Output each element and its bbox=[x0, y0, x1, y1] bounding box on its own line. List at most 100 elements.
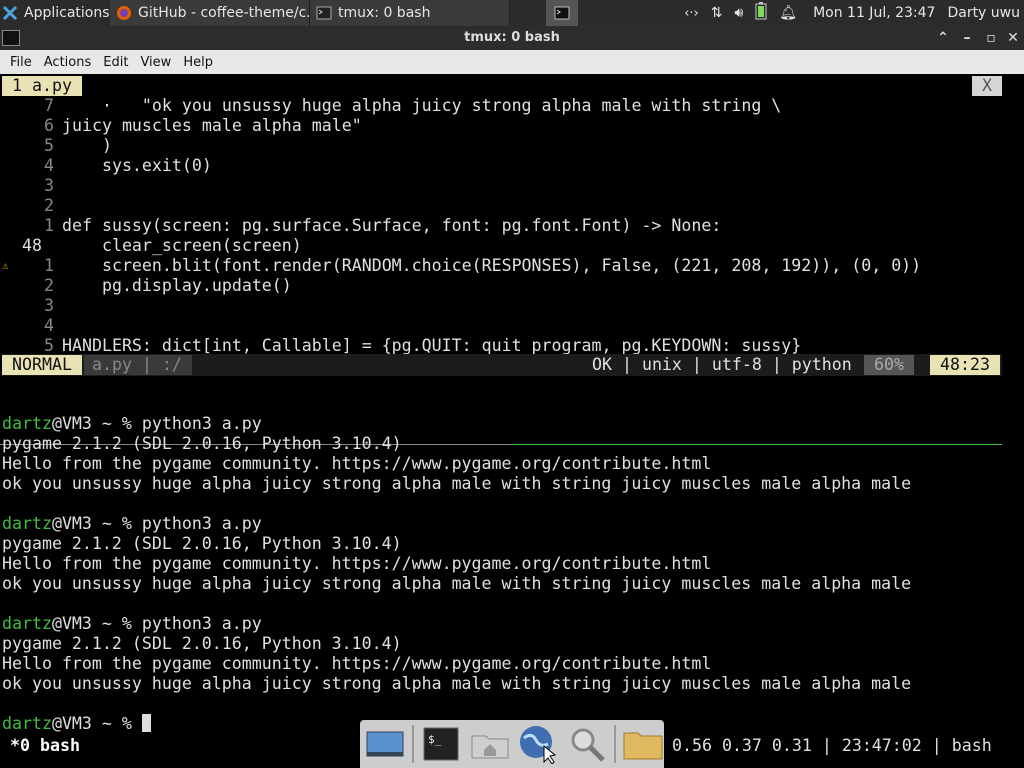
output-text: Hello from the pygame community. https:/… bbox=[2, 454, 712, 473]
terminal-icon[interactable]: $_ bbox=[420, 722, 462, 766]
line-number: 48 bbox=[22, 236, 42, 255]
code-text: def sussy(screen: pg.surface.Surface, fo… bbox=[62, 216, 722, 235]
minimize-button[interactable]: – bbox=[958, 29, 976, 47]
clock[interactable]: Mon 11 Jul, 23:47 bbox=[813, 5, 935, 21]
code-text: HANDLERS: dict[int, Callable] = {pg.QUIT… bbox=[62, 336, 802, 355]
shell-command: python3 a.py bbox=[141, 414, 262, 433]
output-text: pygame 2.1.2 (SDL 2.0.16, Python 3.10.4) bbox=[2, 434, 402, 453]
vim-line[interactable]: 2 pg.display.update() bbox=[2, 276, 292, 296]
web-browser-icon[interactable] bbox=[517, 722, 559, 766]
line-number: 4 bbox=[44, 316, 54, 335]
shell-output-line: ok you unsussy huge alpha juicy strong a… bbox=[2, 674, 911, 694]
output-text: ok you unsussy huge alpha juicy strong a… bbox=[2, 674, 912, 693]
menu-edit[interactable]: Edit bbox=[97, 55, 134, 70]
line-number: 1 bbox=[44, 256, 54, 275]
vim-file-indicator: a.py | :/ bbox=[84, 355, 192, 375]
code-text: ) bbox=[62, 136, 112, 155]
menu-help[interactable]: Help bbox=[177, 55, 219, 70]
code-text: clear_screen(screen) bbox=[62, 236, 302, 255]
output-text: pygame 2.1.2 (SDL 2.0.16, Python 3.10.4) bbox=[2, 534, 402, 553]
window-title: tmux: 0 bash bbox=[464, 30, 560, 45]
applications-menu[interactable]: Applications bbox=[0, 0, 110, 26]
user-menu[interactable]: Darty uwu bbox=[947, 5, 1020, 21]
line-number: 3 bbox=[44, 296, 54, 315]
vim-line[interactable]: 1 def sussy(screen: pg.surface.Surface, f… bbox=[2, 216, 721, 236]
terminal-icon bbox=[316, 5, 332, 21]
vim-statusline: NORMAL a.py | :/ OK | unix | utf-8 | pyt… bbox=[2, 354, 1002, 376]
vim-tab-close-button[interactable]: X bbox=[972, 76, 1002, 96]
tmux-pane-divider[interactable] bbox=[0, 404, 1002, 445]
shell-output-line: Hello from the pygame community. https:/… bbox=[2, 454, 711, 474]
window-titlebar[interactable]: tmux: 0 bash ⌃ – ▫ ✕ bbox=[0, 26, 1024, 50]
vim-cursor-position: 48:23 bbox=[930, 355, 1000, 375]
battery-icon[interactable] bbox=[755, 2, 767, 24]
notification-bell-icon[interactable]: 🔔︎ bbox=[779, 5, 797, 21]
vim-line[interactable]: 5 ) bbox=[2, 136, 112, 156]
vim-mode: NORMAL bbox=[2, 355, 82, 375]
chevron-up-icon[interactable]: ⌃ bbox=[934, 29, 952, 47]
vim-tabline: 1 a.py X bbox=[2, 76, 1002, 96]
prompt-user: dartz bbox=[2, 414, 52, 433]
vim-file-info: OK | unix | utf-8 | python bbox=[592, 355, 852, 374]
shell-command: python3 a.py bbox=[141, 514, 262, 533]
shell-output-line: pygame 2.1.2 (SDL 2.0.16, Python 3.10.4) bbox=[2, 434, 402, 454]
vim-line[interactable]: 7 · "ok you unsussy huge alpha juicy str… bbox=[2, 96, 781, 116]
shell-output-line: Hello from the pygame community. https:/… bbox=[2, 654, 711, 674]
prompt-host: @VM3 ~ % bbox=[51, 614, 142, 633]
menu-actions[interactable]: Actions bbox=[38, 55, 98, 70]
shell-output-line: ok you unsussy huge alpha juicy strong a… bbox=[2, 474, 911, 494]
shell-command: python3 a.py bbox=[141, 614, 262, 633]
prompt-user: dartz bbox=[2, 614, 52, 633]
vim-line[interactable]: 3 bbox=[2, 176, 62, 196]
close-button[interactable]: ✕ bbox=[1004, 29, 1022, 47]
taskbar-item-terminal[interactable]: tmux: 0 bash bbox=[310, 0, 510, 26]
folder-icon[interactable] bbox=[622, 722, 664, 766]
vim-line[interactable]: 4 bbox=[2, 316, 62, 336]
code-text: · "ok you unsussy huge alpha juicy stron… bbox=[62, 96, 782, 115]
search-icon[interactable] bbox=[565, 722, 607, 766]
line-number: 2 bbox=[44, 196, 54, 215]
prompt-user: dartz bbox=[2, 714, 52, 733]
menu-view[interactable]: View bbox=[134, 55, 177, 70]
terminal-icon bbox=[554, 5, 570, 21]
warning-sign-icon: ⚠ bbox=[2, 259, 9, 272]
output-text: ok you unsussy huge alpha juicy strong a… bbox=[2, 474, 912, 493]
output-text: Hello from the pygame community. https:/… bbox=[2, 554, 712, 573]
applications-label: Applications bbox=[24, 5, 110, 21]
transfer-arrows-icon[interactable]: ⇅ bbox=[711, 5, 723, 21]
code-text: juicy muscles male alpha male" bbox=[62, 116, 362, 135]
vim-line[interactable]: 1 screen.blit(font.render(RANDOM.choice(… bbox=[2, 256, 921, 276]
output-text: pygame 2.1.2 (SDL 2.0.16, Python 3.10.4) bbox=[2, 634, 402, 653]
taskbar-item-firefox[interactable]: GitHub - coffee-theme/c... bbox=[110, 0, 310, 26]
home-folder-icon[interactable] bbox=[469, 722, 511, 766]
line-number: 1 bbox=[44, 216, 54, 235]
output-text: Hello from the pygame community. https:/… bbox=[2, 654, 712, 673]
volume-icon[interactable]: 🔊︎ bbox=[734, 5, 743, 21]
vim-line[interactable]: 5 HANDLERS: dict[int, Callable] = {pg.QUI… bbox=[2, 336, 801, 356]
vim-line[interactable]: 3 bbox=[2, 296, 62, 316]
network-icon[interactable]: ‹·› bbox=[684, 6, 699, 21]
vim-tab-a-py[interactable]: 1 a.py bbox=[2, 76, 82, 96]
vim-line[interactable]: 6 juicy muscles male alpha male" bbox=[2, 116, 362, 136]
vim-scroll-percent: 60% bbox=[864, 355, 914, 375]
shell-prompt-line: dartz@VM3 ~ % bbox=[2, 714, 151, 734]
code-text: screen.blit(font.render(RANDOM.choice(RE… bbox=[62, 256, 922, 275]
xfce-logo-icon bbox=[2, 5, 18, 21]
line-number: 7 bbox=[44, 96, 54, 115]
vim-line[interactable]: 48 clear_screen(screen) bbox=[2, 236, 302, 256]
line-number: 4 bbox=[44, 156, 54, 175]
vim-line[interactable]: 4 sys.exit(0) bbox=[2, 156, 212, 176]
shell-prompt-line: dartz@VM3 ~ % python3 a.py bbox=[2, 614, 262, 634]
firefox-icon bbox=[116, 5, 132, 21]
tmux-window-indicator[interactable]: *0 bash bbox=[10, 736, 80, 756]
workspace-switcher[interactable] bbox=[546, 0, 578, 26]
terminal-area[interactable]: 1 a.py X 7 · "ok you unsussy huge alpha … bbox=[0, 74, 1024, 768]
show-desktop-icon[interactable] bbox=[364, 722, 406, 766]
menu-file[interactable]: File bbox=[4, 55, 38, 70]
vim-line[interactable]: 2 bbox=[2, 196, 62, 216]
maximize-button[interactable]: ▫ bbox=[982, 29, 1000, 47]
